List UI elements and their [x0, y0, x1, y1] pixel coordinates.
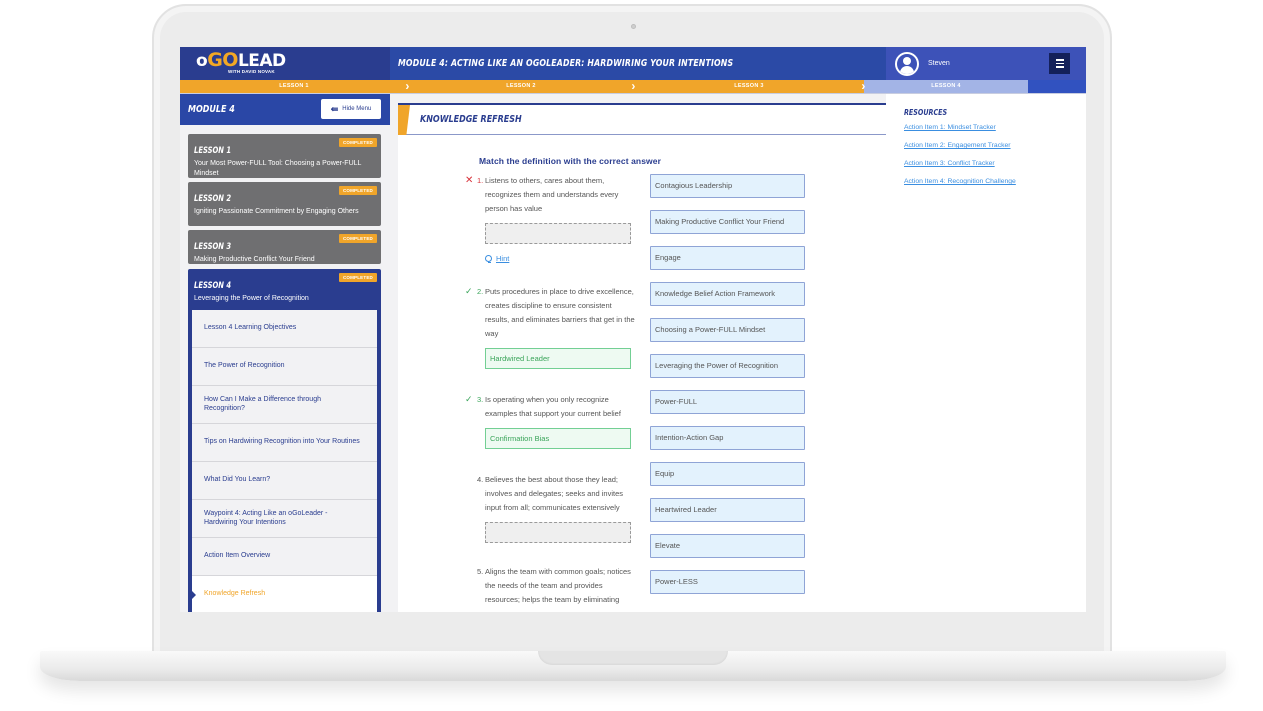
- module-title: Module 4: Acting Like an oGoLeader: Hard…: [390, 47, 886, 80]
- wrong-x-icon: ✕: [465, 175, 474, 186]
- answer-option[interactable]: Heartwired Leader: [650, 498, 805, 522]
- check-icon: ✓: [465, 394, 473, 404]
- resource-link-conflict-tracker[interactable]: Action Item 3: Conflict Tracker: [904, 160, 1086, 167]
- lesson-4-sub-items: Lesson 4 Learning Objectives The Power o…: [189, 309, 377, 612]
- answer-option[interactable]: Knowledge Belief Action Framework: [650, 282, 805, 306]
- sub-item-knowledge-refresh[interactable]: Knowledge Refresh: [189, 575, 377, 612]
- answer-drop-zone-2[interactable]: Hardwired Leader: [485, 348, 631, 369]
- hide-menu-button[interactable]: ⇚ Hide Menu: [321, 99, 381, 119]
- sidebar-lesson-3[interactable]: Lesson 3 Making Productive Conflict Your…: [188, 230, 381, 264]
- sub-item-tips-hardwiring[interactable]: Tips on Hardwiring Recognition into Your…: [192, 424, 377, 462]
- answer-option[interactable]: Choosing a Power-FULL Mindset: [650, 318, 805, 342]
- question-5: 5. Aligns the team with common goals; no…: [477, 567, 631, 604]
- check-icon: ✓: [465, 286, 473, 296]
- collapse-menu-icon: ⇚: [330, 103, 339, 114]
- section-title: Knowledge Refresh: [420, 114, 522, 125]
- webcam: [631, 24, 636, 29]
- resource-link-mindset-tracker[interactable]: Action Item 1: Mindset Tracker: [904, 124, 1086, 131]
- sidebar: Module 4 ⇚ Hide Menu Lesson 1 Your Most …: [180, 94, 390, 612]
- section-header: Knowledge Refresh: [398, 105, 886, 135]
- answer-option[interactable]: Contagious Leadership: [650, 174, 805, 198]
- chevron-right-icon: ›: [405, 79, 410, 93]
- question-2: ✓ 2. Puts procedures in place to drive e…: [465, 285, 636, 369]
- app-screen: oGOLEAD WITH DAVID NOVAK Module 4: Actin…: [180, 47, 1086, 612]
- logo[interactable]: oGOLEAD WITH DAVID NOVAK: [180, 47, 390, 80]
- section-flag: [398, 105, 410, 135]
- resources-panel: Resources Action Item 1: Mindset Tracker…: [886, 94, 1086, 612]
- answer-drop-zone-3[interactable]: Confirmation Bias: [485, 428, 631, 449]
- user-area: Steven: [886, 47, 1086, 80]
- answer-option[interactable]: Elevate: [650, 534, 805, 558]
- resources-title: Resources: [904, 108, 948, 117]
- main-content: Knowledge Refresh Match the definition w…: [398, 103, 886, 612]
- chevron-right-icon: ›: [631, 79, 636, 93]
- module-label: Module 4: [188, 104, 235, 115]
- answer-drop-zone-4[interactable]: [485, 522, 631, 543]
- lesson-bar-tail: [1028, 80, 1086, 93]
- answer-option[interactable]: Power-LESS: [650, 570, 805, 594]
- hint-link[interactable]: Hint: [485, 252, 636, 266]
- completed-badge: COMPLETED: [338, 138, 377, 147]
- question-1: ✕ 1. Listens to others, cares about them…: [465, 174, 636, 266]
- resource-link-engagement-tracker[interactable]: Action Item 2: Engagement Tracker: [904, 142, 1086, 149]
- sub-item-power-of-recognition[interactable]: The Power of Recognition: [192, 348, 377, 386]
- lesson-tab-1[interactable]: LESSON 1 ›: [180, 80, 409, 93]
- hamburger-icon: [1055, 59, 1064, 61]
- answer-option[interactable]: Engage: [650, 246, 805, 270]
- sub-item-what-did-you-learn[interactable]: What Did You Learn?: [192, 462, 377, 500]
- sub-item-waypoint-4[interactable]: Waypoint 4: Acting Like an oGoLeader - H…: [192, 500, 377, 538]
- instructions: Match the definition with the correct an…: [479, 156, 661, 166]
- logo-text-suffix: LEAD: [237, 51, 286, 71]
- lesson-progress-bar: LESSON 1 › LESSON 2 › LESSON 3 › LESSON 4: [180, 80, 1086, 93]
- sub-item-make-a-difference[interactable]: How Can I Make a Difference through Reco…: [192, 386, 377, 424]
- user-avatar-icon[interactable]: [895, 51, 919, 76]
- question-3: ✓ 3. Is operating when you only recogniz…: [465, 393, 636, 449]
- sidebar-lesson-2[interactable]: Lesson 2 Igniting Passionate Commitment …: [188, 182, 381, 226]
- sub-item-learning-objectives[interactable]: Lesson 4 Learning Objectives: [192, 310, 377, 348]
- logo-subtitle: WITH DAVID NOVAK: [228, 69, 275, 74]
- lesson-tab-3[interactable]: LESSON 3 ›: [634, 80, 865, 93]
- answer-option[interactable]: Making Productive Conflict Your Friend: [650, 210, 805, 234]
- answer-bank: Contagious Leadership Making Productive …: [650, 174, 805, 606]
- app-header: oGOLEAD WITH DAVID NOVAK Module 4: Actin…: [180, 47, 1086, 80]
- completed-badge: COMPLETED: [338, 234, 377, 243]
- answer-drop-zone-1[interactable]: [485, 223, 631, 244]
- sidebar-lesson-4[interactable]: Lesson 4 Leveraging the Power of Recogni…: [188, 269, 381, 612]
- laptop-notch: [538, 651, 728, 665]
- lesson-tab-4[interactable]: LESSON 4: [864, 80, 1028, 93]
- answer-option[interactable]: Equip: [650, 462, 805, 486]
- answer-option[interactable]: Leveraging the Power of Recognition: [650, 354, 805, 378]
- hamburger-menu-button[interactable]: [1049, 53, 1070, 74]
- answer-option[interactable]: Power-FULL: [650, 390, 805, 414]
- sidebar-lesson-1[interactable]: Lesson 1 Your Most Power-FULL Tool: Choo…: [188, 134, 381, 178]
- logo-text-prefix: o: [196, 51, 208, 71]
- completed-badge: COMPLETED: [338, 273, 377, 282]
- resource-link-recognition-challenge[interactable]: Action Item 4: Recognition Challenge: [904, 178, 1086, 185]
- question-4: 4. Believes the best about those they le…: [466, 473, 636, 543]
- lesson-tab-2[interactable]: LESSON 2 ›: [408, 80, 635, 93]
- logo-text-go: GO: [207, 49, 238, 71]
- chevron-right-icon: ›: [861, 79, 866, 93]
- answer-option[interactable]: Intention-Action Gap: [650, 426, 805, 450]
- sub-item-action-item-overview[interactable]: Action Item Overview: [192, 538, 377, 576]
- user-name[interactable]: Steven: [928, 60, 950, 67]
- lightbulb-icon: [485, 254, 492, 264]
- laptop-mockup: oGOLEAD WITH DAVID NOVAK Module 4: Actin…: [0, 0, 1263, 711]
- completed-badge: COMPLETED: [338, 186, 377, 195]
